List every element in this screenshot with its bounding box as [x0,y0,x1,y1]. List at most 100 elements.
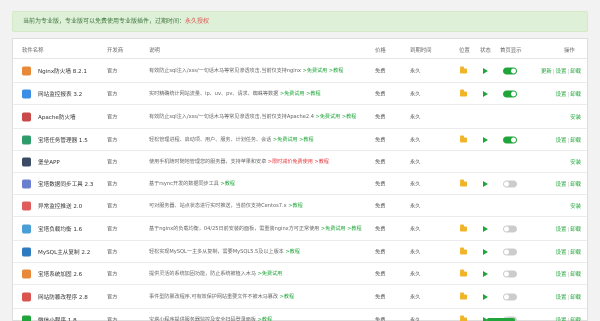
description-link[interactable]: >教程 [256,317,272,321]
action-separator: | [567,226,570,233]
plugin-actions: 设置|卸载 [556,293,581,301]
header-expire: 到期时间 [410,48,432,54]
action-link[interactable]: 卸载 [570,92,581,98]
home-display-toggle[interactable] [503,270,517,277]
play-icon[interactable] [483,136,488,143]
home-display-toggle[interactable] [503,225,517,232]
action-link[interactable]: 设置 [556,92,567,98]
home-display-toggle[interactable] [503,248,517,255]
action-link[interactable]: 卸载 [570,138,581,144]
description-link[interactable]: >教程 [284,249,299,255]
table-row: 宝塔负载均衡 1.6 官方 基于nginx的负载均衡，04/25日前安装的面板，需重… [13,217,587,241]
play-icon[interactable] [483,180,488,187]
action-separator: | [567,137,570,144]
action-link[interactable]: 设置 [556,295,567,301]
plugin-actions: 设置|卸载 [556,248,581,256]
plugin-price: 免费 [375,137,386,143]
description-text: 基于nginx的负载均衡，04/25日前安装的面板，需重装nginx方可正常使用 [149,225,320,232]
plugin-actions: 设置|卸载 [556,136,581,144]
home-display-toggle[interactable] [503,180,517,187]
description-link[interactable]: >教程 [278,294,294,300]
load-balance-icon [22,224,31,233]
description-link[interactable]: >免费试用 >教程 [319,226,362,232]
table-header: 软件名称 开发商 说明 价格 到期时间 位置 状态 首页显示 操作 [13,39,587,59]
header-dev: 开发商 [107,48,124,54]
action-link[interactable]: 设置 [556,227,567,233]
folder-icon[interactable] [460,135,467,142]
description-text: 宝塔小程序提供服务器监控及安全扫码登录面板 [149,316,256,321]
home-display-toggle[interactable] [503,90,517,97]
plugin-developer: 官方 [107,317,118,321]
header-status: 状态 [480,48,491,54]
description-link[interactable]: >免费试用 >教程 [278,91,321,97]
action-link[interactable]: 卸载 [570,182,581,188]
plugin-actions: 设置|卸载 [556,180,581,188]
plugin-table: 软件名称 开发商 说明 价格 到期时间 位置 状态 首页显示 操作 Nginx防… [12,38,588,321]
table-row: 网站监控报表 3.2 官方 实时精确统计网站流量、ip、uv、pv、请求、蜘蛛等数据… [13,83,587,105]
description-link[interactable]: >免费试用 [256,271,283,277]
plugin-description: 基于rsync开发的数据同步工具 >教程 [149,180,371,188]
header-location: 位置 [459,48,470,54]
folder-icon[interactable] [460,179,467,186]
folder-icon[interactable] [460,269,467,276]
action-link[interactable]: 卸载 [570,295,581,301]
home-display-toggle[interactable] [503,136,517,143]
action-link[interactable]: 设置 [556,250,567,256]
play-icon[interactable] [483,225,488,232]
description-text: 使用手机随时随地管理您的服务器，支持苹果和安卓 [149,158,267,165]
play-icon[interactable] [483,90,488,97]
folder-icon[interactable] [460,247,467,254]
action-link[interactable]: 更新 [541,69,552,75]
description-link[interactable]: >限时减价免费使用 >教程 [266,159,329,165]
action-link[interactable]: 安装 [570,160,581,166]
description-link[interactable]: >免费试用 >教程 [314,114,357,120]
description-text: 轻松实现MySQL一主多从复制，需要MySQL5.5及以上版本 [149,248,284,255]
page: 当前为专业版，专业版可以免费使用专业版插件，过期时间：永久授权 软件名称 开发商… [0,0,600,321]
folder-icon[interactable] [460,224,467,231]
home-display-toggle[interactable] [503,67,517,74]
plugin-price: 免费 [375,271,386,277]
action-link[interactable]: 卸载 [570,227,581,233]
header-ops: 操作 [564,48,575,54]
description-link[interactable]: >免费试用 >教程 [301,68,344,74]
play-icon[interactable] [483,248,488,255]
plugin-developer: 官方 [107,294,118,300]
plugin-expire: 永久 [410,294,421,300]
plugin-name: 宝塔任务管理器 1.5 [38,137,88,144]
action-link[interactable]: 设置 [556,138,567,144]
plugin-name: 宝塔负载均衡 1.6 [38,226,83,233]
description-link[interactable]: >教程 [219,181,234,187]
action-link[interactable]: 卸载 [570,69,581,75]
shield-icon [22,269,31,278]
license-notice: 当前为专业版，专业版可以免费使用专业版插件，过期时间：永久授权 [12,11,588,32]
description-link[interactable]: >教程 [287,203,302,209]
header-name[interactable]: 软件名称 [22,46,44,54]
folder-icon[interactable] [460,66,467,73]
action-link[interactable]: 卸载 [570,272,581,278]
folder-icon[interactable] [460,89,467,96]
play-icon[interactable] [483,270,488,277]
description-link[interactable]: >免费试用 >教程 [271,137,314,143]
table-row: 宝塔系统加固 2.6 官方 提供灵活的系统加固功能，防止系统被植入木马 >免费试用免… [13,263,587,285]
action-link[interactable]: 设置 [556,69,567,75]
table-row: 宝塔数据同步工具 2.3 官方 基于rsync开发的数据同步工具 >教程 免费 永久 设置… [13,173,587,195]
action-link[interactable]: 设置 [556,272,567,278]
plugin-developer: 官方 [107,68,118,74]
play-icon[interactable] [483,67,488,74]
plugin-name: 异常监控推送 2.0 [38,203,83,210]
plugin-price: 免费 [375,91,386,97]
action-link[interactable]: 安装 [570,204,581,210]
plugin-price: 免费 [375,317,386,321]
folder-icon[interactable] [460,292,467,299]
action-link[interactable]: 卸载 [570,318,581,321]
folder-icon[interactable] [460,315,467,321]
action-link[interactable]: 卸载 [570,250,581,256]
action-link[interactable]: 安装 [570,115,581,121]
action-link[interactable]: 设置 [556,318,567,321]
action-link[interactable]: 设置 [556,182,567,188]
plugin-expire: 永久 [410,114,421,120]
plugin-name: 网站监控报表 3.2 [38,91,83,98]
home-display-toggle[interactable] [503,293,517,300]
play-icon[interactable] [483,293,488,300]
plugin-expire: 永久 [410,159,421,165]
